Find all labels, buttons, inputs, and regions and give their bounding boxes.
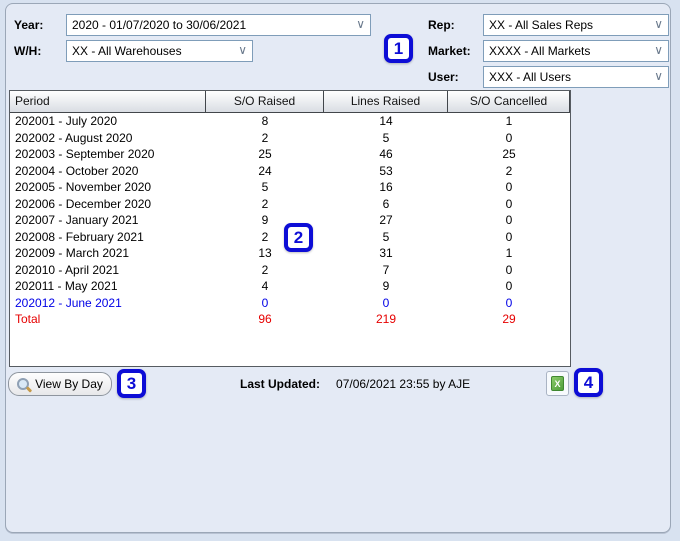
annotation-mark-2: 2 <box>284 223 313 252</box>
annotation-mark-4: 4 <box>574 368 603 397</box>
rep-select-value: XX - All Sales Reps <box>489 18 594 32</box>
column-header-so-cancelled[interactable]: S/O Cancelled <box>448 91 570 112</box>
value-cell: 0 <box>505 130 513 145</box>
value-cell: 0 <box>261 295 269 310</box>
value-cell: 31 <box>379 246 393 260</box>
period-cell: 202003 - September 2020 <box>15 147 155 161</box>
last-updated: Last Updated: 07/06/2021 23:55 by AJE <box>240 376 470 392</box>
year-label: Year: <box>14 18 44 32</box>
period-cell: 202011 - May 2021 <box>15 279 118 293</box>
market-select[interactable]: XXXX - All Markets ∨ <box>483 40 669 62</box>
value-cell: 0 <box>505 279 513 293</box>
period-cell: 202008 - February 2021 <box>15 229 144 244</box>
year-select-value: 2020 - 01/07/2020 to 30/06/2021 <box>72 18 247 32</box>
value-cell: 0 <box>505 229 513 244</box>
table-row[interactable]: 202010 - April 2021 2 7 0 <box>10 262 570 279</box>
value-cell: 7 <box>382 262 390 277</box>
value-cell: 2 <box>505 163 513 178</box>
table-body: 202001 - July 2020 8 14 1 202002 - August 20… <box>10 113 570 328</box>
excel-icon: X <box>551 376 564 391</box>
value-cell: 96 <box>258 312 272 326</box>
warehouse-label: W/H: <box>14 44 42 58</box>
value-cell: 5 <box>261 180 269 194</box>
warehouse-select[interactable]: XX - All Warehouses ∨ <box>66 40 253 62</box>
value-cell: 27 <box>379 213 393 227</box>
value-cell: 24 <box>258 163 272 178</box>
rep-select[interactable]: XX - All Sales Reps ∨ <box>483 14 669 36</box>
chevron-down-icon: ∨ <box>356 17 365 31</box>
value-cell: 0 <box>505 196 513 211</box>
period-cell: Total <box>15 312 41 326</box>
value-cell: 5 <box>382 130 390 145</box>
user-select-value: XXX - All Users <box>489 70 572 84</box>
market-select-value: XXXX - All Markets <box>489 44 591 58</box>
period-cell: 202012 - June 2021 <box>15 295 122 310</box>
period-cell: 202010 - April 2021 <box>15 262 120 277</box>
value-cell: 53 <box>379 163 393 178</box>
value-cell: 0 <box>505 262 513 277</box>
table-row[interactable]: 202006 - December 2020 2 6 0 <box>10 196 570 213</box>
value-cell: 0 <box>505 213 513 227</box>
table-header-row: Period S/O Raised Lines Raised S/O Cance… <box>10 91 570 113</box>
value-cell: 25 <box>258 147 272 161</box>
column-header-lines-raised[interactable]: Lines Raised <box>324 91 448 112</box>
value-cell: 2 <box>261 262 269 277</box>
table-row[interactable]: 202002 - August 2020 2 5 0 <box>10 130 570 147</box>
annotation-mark-1: 1 <box>384 34 413 63</box>
chevron-down-icon: ∨ <box>654 69 663 83</box>
period-cell: 202001 - July 2020 <box>15 114 118 128</box>
value-cell: 25 <box>502 147 516 161</box>
value-cell: 16 <box>379 180 393 194</box>
user-select[interactable]: XXX - All Users ∨ <box>483 66 669 88</box>
rep-label: Rep: <box>428 18 455 32</box>
column-header-so-raised[interactable]: S/O Raised <box>206 91 324 112</box>
table-row[interactable]: Total 96 219 29 <box>10 311 570 328</box>
last-updated-value: 07/06/2021 23:55 by AJE <box>336 377 471 391</box>
value-cell: 14 <box>379 114 393 128</box>
warehouse-select-value: XX - All Warehouses <box>72 44 182 58</box>
chevron-down-icon: ∨ <box>654 43 663 57</box>
table-row[interactable]: 202005 - November 2020 5 16 0 <box>10 179 570 196</box>
value-cell: 0 <box>505 180 513 194</box>
column-header-period[interactable]: Period <box>10 91 206 112</box>
search-icon <box>17 378 30 390</box>
table-row[interactable]: 202012 - June 2021 0 0 0 <box>10 295 570 312</box>
period-cell: 202007 - January 2021 <box>15 213 139 227</box>
excel-export-button[interactable]: X <box>546 371 569 396</box>
period-cell: 202005 - November 2020 <box>15 180 152 194</box>
table-row[interactable]: 202001 - July 2020 8 14 1 <box>10 113 570 130</box>
value-cell: 5 <box>382 229 390 244</box>
value-cell: 0 <box>382 295 390 310</box>
user-label: User: <box>428 70 459 84</box>
value-cell: 1 <box>505 114 513 128</box>
value-cell: 2 <box>261 196 269 211</box>
value-cell: 8 <box>261 114 269 128</box>
annotation-mark-3: 3 <box>117 369 146 398</box>
sales-order-stats-window: { "filters": { "year": {"label": "Year:"… <box>0 0 680 541</box>
value-cell: 29 <box>502 312 516 326</box>
table-row[interactable]: 202011 - May 2021 4 9 0 <box>10 278 570 295</box>
value-cell: 2 <box>261 130 269 145</box>
period-cell: 202004 - October 2020 <box>15 163 139 178</box>
chevron-down-icon: ∨ <box>654 17 663 31</box>
view-by-day-button[interactable]: View By Day <box>8 372 112 396</box>
period-cell: 202006 - December 2020 <box>15 196 152 211</box>
market-label: Market: <box>428 44 471 58</box>
value-cell: 219 <box>375 312 397 326</box>
period-cell: 202009 - March 2021 <box>15 246 130 260</box>
table-row[interactable]: 202003 - September 2020 25 46 25 <box>10 146 570 163</box>
year-select[interactable]: 2020 - 01/07/2020 to 30/06/2021 ∨ <box>66 14 371 36</box>
value-cell: 4 <box>261 279 269 293</box>
value-cell: 6 <box>382 196 390 211</box>
value-cell: 9 <box>382 279 390 293</box>
value-cell: 0 <box>505 295 513 310</box>
last-updated-label: Last Updated: <box>240 377 321 391</box>
chevron-down-icon: ∨ <box>238 43 247 57</box>
value-cell: 1 <box>505 246 513 260</box>
period-cell: 202002 - August 2020 <box>15 130 133 145</box>
value-cell: 46 <box>379 147 393 161</box>
view-by-day-label: View By Day <box>35 377 103 391</box>
table-row[interactable]: 202004 - October 2020 24 53 2 <box>10 163 570 180</box>
